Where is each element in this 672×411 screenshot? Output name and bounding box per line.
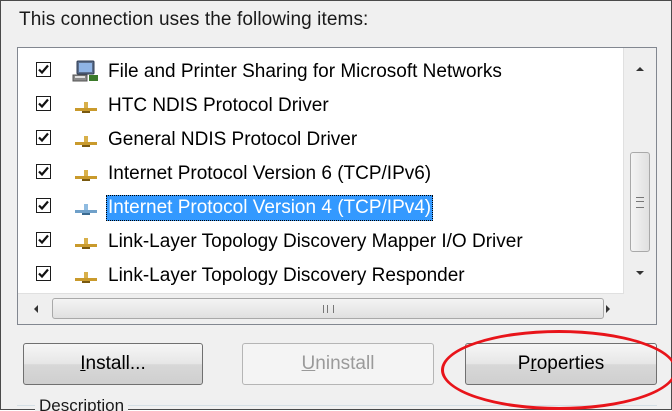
uninstall-mnemonic: U <box>301 353 316 374</box>
connection-items-panel: This connection uses the following items… <box>0 0 672 411</box>
item-checkbox[interactable] <box>36 164 51 179</box>
install-button[interactable]: Install... <box>23 343 203 385</box>
list-item-lltd-mapper[interactable]: Link-Layer Topology Discovery Mapper I/O… <box>18 224 622 258</box>
item-label: General NDIS Protocol Driver <box>108 129 358 150</box>
item-label: File and Printer Sharing for Microsoft N… <box>108 61 502 82</box>
item-label: Link-Layer Topology Discovery Mapper I/O… <box>108 231 523 252</box>
description-group-label: Description <box>35 397 129 411</box>
protocol-icon <box>72 264 100 286</box>
horizontal-scroll-thumb[interactable] <box>52 298 604 319</box>
network-computer-icon <box>72 60 100 82</box>
properties-label-prefix: P <box>517 353 531 374</box>
protocol-icon <box>72 196 100 218</box>
item-label: Link-Layer Topology Discovery Responder <box>108 265 465 286</box>
list-item-lltd-responder[interactable]: Link-Layer Topology Discovery Responder <box>18 258 622 292</box>
properties-button[interactable]: Pr operties <box>465 343 657 385</box>
items-list: File and Printer Sharing for Microsoft N… <box>18 54 622 292</box>
uninstall-label-rest: ninstall <box>315 353 375 374</box>
list-item-general-ndis[interactable]: General NDIS Protocol Driver <box>18 122 622 156</box>
item-checkbox[interactable] <box>36 96 51 111</box>
vertical-scrollbar[interactable] <box>623 48 656 294</box>
list-item-file-printer-sharing[interactable]: File and Printer Sharing for Microsoft N… <box>18 54 622 88</box>
item-checkbox[interactable] <box>36 266 51 281</box>
properties-label-rest: operties <box>536 353 605 374</box>
horizontal-scrollbar[interactable] <box>18 293 624 324</box>
item-checkbox[interactable] <box>36 130 51 145</box>
scroll-left-button[interactable] <box>20 294 52 324</box>
scroll-up-button[interactable] <box>624 54 656 84</box>
chevron-left-icon <box>34 305 38 313</box>
uninstall-button[interactable]: Uninstall <box>242 343 434 385</box>
item-checkbox[interactable] <box>36 198 51 213</box>
items-heading: This connection uses the following items… <box>19 9 369 30</box>
scroll-right-button[interactable] <box>592 294 624 324</box>
list-item-ipv4[interactable]: Internet Protocol Version 4 (TCP/IPv4) <box>18 190 622 224</box>
protocol-icon <box>72 230 100 252</box>
install-label-rest: nstall... <box>85 353 146 374</box>
item-checkbox[interactable] <box>36 232 51 247</box>
protocol-icon <box>72 94 100 116</box>
item-label: HTC NDIS Protocol Driver <box>108 95 329 116</box>
list-item-ipv6[interactable]: Internet Protocol Version 6 (TCP/IPv6) <box>18 156 622 190</box>
scrollbar-corner <box>624 294 656 324</box>
item-label: Internet Protocol Version 6 (TCP/IPv6) <box>108 163 432 184</box>
items-listbox[interactable]: File and Printer Sharing for Microsoft N… <box>17 47 657 325</box>
item-checkbox[interactable] <box>36 62 51 77</box>
chevron-right-icon <box>606 305 610 313</box>
list-item-htc-ndis[interactable]: HTC NDIS Protocol Driver <box>18 88 622 122</box>
protocol-icon <box>72 128 100 150</box>
chevron-up-icon <box>636 67 644 71</box>
protocol-icon <box>72 162 100 184</box>
scroll-down-button[interactable] <box>624 258 656 288</box>
vertical-scroll-thumb[interactable] <box>630 152 650 252</box>
item-label: Internet Protocol Version 4 (TCP/IPv4) <box>106 195 434 221</box>
chevron-down-icon <box>636 271 644 275</box>
